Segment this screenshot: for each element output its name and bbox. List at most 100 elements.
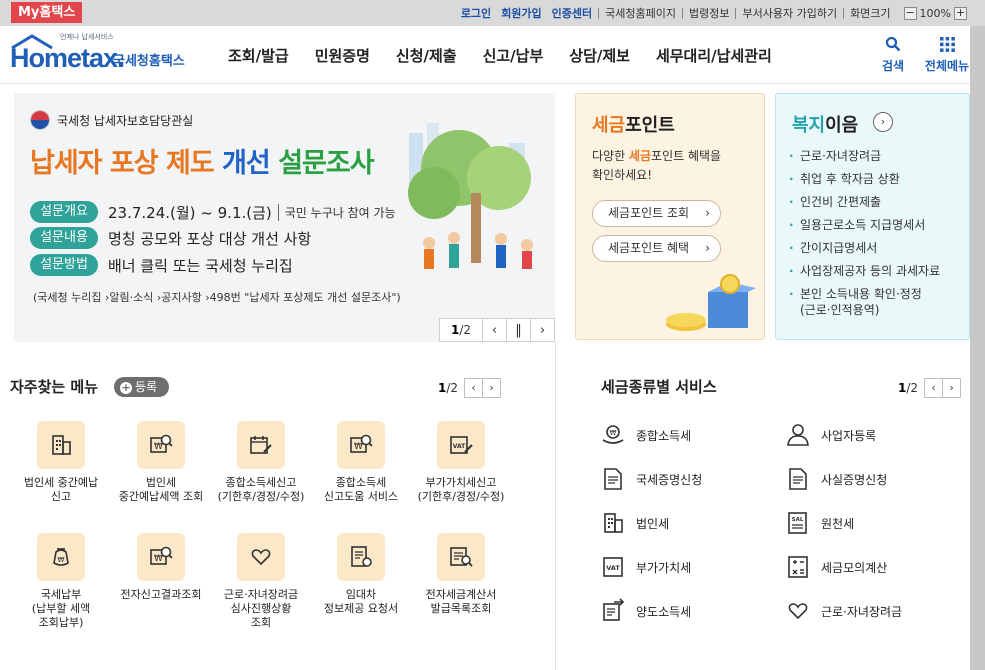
favorites-prev-button[interactable]: ‹	[464, 378, 484, 398]
banner-tag: 설문내용	[30, 227, 98, 249]
tax-service-label: 법인세	[636, 516, 670, 531]
banner-page-indicator: 1/2	[440, 323, 482, 337]
my-hometax-tab[interactable]: My홈택스	[11, 2, 83, 23]
favorite-menu-item[interactable]: VAT 부가가치세신고 (기한후/경정/수정)	[411, 421, 511, 504]
favorite-menu-item[interactable]: ₩ 법인세 중간예납세액 조회	[111, 421, 211, 504]
menu-report-pay[interactable]: 신고/납부	[483, 45, 544, 66]
welfare-item[interactable]: 간이지급명세서	[789, 240, 940, 256]
tax-point-benefit-button[interactable]: 세금포인트 혜택 ›	[592, 235, 721, 262]
menu-consult-tip[interactable]: 상담/제보	[569, 45, 630, 66]
tax-service-item[interactable]: 양도소득세	[600, 598, 691, 624]
law-info-link[interactable]: 법령정보	[684, 5, 734, 21]
banner-pause-button[interactable]: ‖	[506, 319, 530, 341]
coin-box-illustration	[666, 274, 756, 331]
cert-center-link[interactable]: 인증센터	[547, 5, 597, 21]
all-menu-button[interactable]: 전체메뉴	[922, 34, 972, 74]
banner-next-button[interactable]: ›	[530, 319, 554, 341]
zoom-out-button[interactable]: −	[903, 6, 917, 20]
welfare-title[interactable]: 복지이음	[792, 111, 858, 137]
favorites-next-button[interactable]: ›	[482, 378, 502, 398]
tax-service-item[interactable]: VAT 부가가치세	[600, 554, 691, 580]
favorite-menu-label: 전자신고결과조회	[120, 588, 202, 601]
tax-service-item[interactable]: 법인세	[600, 510, 669, 536]
tax-point-desc-b: 포인트 혜택을	[651, 149, 722, 163]
dept-user-join-link[interactable]: 부서사용자 가입하기	[737, 5, 842, 21]
main-page: 언제나 납세서비스 Hometax. 국세청홈택스 조회/발급 민원증명 신청/…	[0, 26, 970, 670]
welfare-item[interactable]: 인건비 간편제출	[789, 194, 940, 210]
survey-banner[interactable]: 국세청 납세자보호담당관실 납세자 포상 제도 개선 설문조사 설문개요 23.…	[14, 93, 555, 342]
tax-service-item[interactable]: 사업자등록	[785, 422, 876, 448]
tax-point-inquiry-button[interactable]: 세금포인트 조회 ›	[592, 200, 721, 227]
banner-page-total: /2	[459, 323, 472, 337]
calculator-icon	[785, 554, 811, 580]
banner-tag: 설문개요	[30, 201, 98, 223]
favorite-menu-item[interactable]: 종합소득세신고 (기한후/경정/수정)	[211, 421, 311, 504]
favorite-menu-label: 근로·자녀장려금 심사진행상황 조회	[223, 588, 299, 629]
tax-service-label: 국세증명신청	[636, 472, 703, 487]
favorite-menu-item[interactable]: 임대차 정보제공 요청서	[311, 533, 411, 616]
tax-service-label: 원천세	[821, 516, 855, 531]
tax-services-pager: 1/2 ‹ ›	[898, 378, 962, 398]
tax-service-item[interactable]: 세금모의계산	[785, 554, 887, 580]
favorites-page-indicator: 1/2	[438, 381, 458, 395]
tax-service-item[interactable]: 사실증명신청	[785, 466, 887, 492]
menu-apply-submit[interactable]: 신청/제출	[396, 45, 457, 66]
favorite-menu-item[interactable]: ₩ 전자신고결과조회	[111, 533, 211, 602]
tax-service-item[interactable]: SAL 원천세	[785, 510, 854, 536]
menu-tax-agent[interactable]: 세무대리/납세관리	[656, 45, 772, 66]
search-button[interactable]: 검색	[868, 34, 918, 74]
won-search-icon: ₩	[137, 533, 185, 581]
main-menu: 조회/발급 민원증명 신청/제출 신고/납부 상담/제보 세무대리/납세관리	[228, 26, 798, 84]
login-link[interactable]: 로그인	[456, 5, 496, 21]
search-icon	[885, 36, 901, 52]
tax-services-next-button[interactable]: ›	[942, 378, 962, 398]
favorite-menu-item[interactable]: 법인세 중간예납 신고	[11, 421, 111, 504]
document-icon	[785, 466, 811, 492]
favorite-menu-item[interactable]: ₩ 국세납부 (납부할 세액 조회납부)	[11, 533, 111, 630]
tax-point-card: 세금포인트 다양한 세금포인트 혜택을 확인하세요! 세금포인트 조회 › 세금…	[575, 93, 765, 340]
tax-point-desc-hl: 세금	[628, 149, 652, 163]
logo-name: 국세청홈택스	[113, 54, 185, 69]
favorite-menu-label: 부가가치세신고 (기한후/경정/수정)	[417, 476, 505, 503]
svg-text:VAT: VAT	[453, 443, 466, 450]
tax-services-prev-button[interactable]: ‹	[924, 378, 944, 398]
chevron-right-icon: ›	[705, 241, 710, 255]
svg-text:₩: ₩	[58, 556, 65, 564]
tax-service-item[interactable]: ₩ 종합소득세	[600, 422, 691, 448]
separator	[598, 7, 600, 19]
favorite-menu-item[interactable]: 전자세금계산서 발급목록조회	[411, 533, 511, 616]
welfare-item[interactable]: 본인 소득내용 확인·정정 (근로·인적용역)	[789, 286, 940, 318]
top-utility-bar: My홈택스 로그인 회원가입 인증센터 국세청홈페이지 법령정보 부서사용자 가…	[0, 0, 985, 26]
signup-link[interactable]: 회원가입	[496, 5, 546, 21]
banner-note: (국세청 누리집 ›알림·소식 ›공지사항 ›498번 "납세자 포상제도 개선…	[33, 291, 401, 304]
favorites-register-label: 등록	[135, 380, 158, 394]
nts-homepage-link[interactable]: 국세청홈페이지	[600, 5, 681, 21]
favorites-register-button[interactable]: + 등록	[114, 377, 169, 397]
welfare-item[interactable]: 취업 후 학자금 상환	[789, 171, 940, 187]
building-icon	[37, 421, 85, 469]
welfare-item[interactable]: 근로·자녀장려금	[789, 148, 940, 164]
banner-title-part1: 납세자 포상 제도	[30, 148, 223, 179]
tax-point-title: 세금포인트	[592, 111, 675, 137]
menu-civil-cert[interactable]: 민원증명	[315, 45, 370, 66]
svg-text:VAT: VAT	[606, 564, 620, 572]
welfare-more-icon[interactable]: ›	[873, 112, 893, 132]
zoom-in-button[interactable]: +	[954, 6, 967, 20]
welfare-item[interactable]: 사업장제공자 등의 과세자료	[789, 263, 940, 279]
tax-service-item[interactable]: 근로·자녀장려금	[785, 598, 902, 624]
transfer-doc-icon	[600, 598, 626, 624]
won-search-icon: ₩	[337, 421, 385, 469]
banner-prev-button[interactable]: ‹	[482, 319, 506, 341]
chevron-right-icon: ›	[705, 206, 710, 220]
menu-inquiry-issue[interactable]: 조회/발급	[228, 45, 289, 66]
svg-text:₩: ₩	[610, 429, 617, 437]
favorite-menu-item[interactable]: ₩ 종합소득세 신고도움 서비스	[311, 421, 411, 504]
favorite-menu-item[interactable]: 근로·자녀장려금 심사진행상황 조회	[211, 533, 311, 630]
welfare-item[interactable]: 일용근로소득 지급명세서	[789, 217, 940, 233]
tax-service-item[interactable]: 국세증명신청	[600, 466, 702, 492]
tax-point-desc: 다양한 세금포인트 혜택을 확인하세요!	[592, 147, 721, 185]
document-icon	[600, 466, 626, 492]
global-nav: 언제나 납세서비스 Hometax. 국세청홈택스 조회/발급 민원증명 신청/…	[0, 26, 970, 84]
taegeuk-emblem-icon	[30, 110, 50, 130]
hometax-logo[interactable]: 언제나 납세서비스 Hometax. 국세청홈택스	[10, 32, 195, 77]
